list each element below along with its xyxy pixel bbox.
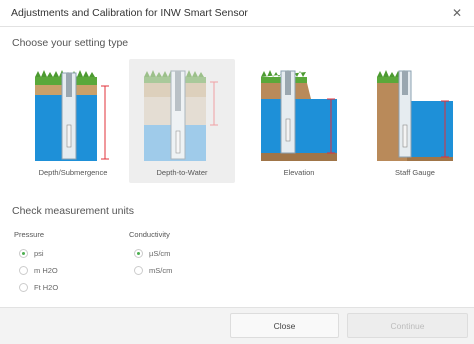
setting-card-staff-gauge[interactable]: Staff Gauge xyxy=(362,59,468,183)
elevation-illustration xyxy=(261,70,337,161)
dialog-title: Adjustments and Calibration for INW Smar… xyxy=(11,7,248,19)
radio-label: m H2O xyxy=(34,266,58,275)
radio-button-checked[interactable] xyxy=(19,249,28,258)
conductivity-label: Conductivity xyxy=(129,230,170,239)
setting-type-heading: Choose your setting type xyxy=(12,37,129,49)
radio-label: µS/cm xyxy=(149,249,171,258)
setting-card-label: Depth/Submergence xyxy=(38,168,108,177)
pressure-label: Pressure xyxy=(14,230,45,239)
setting-card-depth-submergence[interactable]: Depth/Submergence xyxy=(20,59,126,183)
staff-gauge-illustration xyxy=(377,70,453,161)
setting-card-label: Staff Gauge xyxy=(395,168,435,177)
close-icon[interactable]: ✕ xyxy=(452,6,462,20)
setting-card-depth-to-water[interactable]: Depth-to-Water xyxy=(129,59,235,183)
radio-label: psi xyxy=(34,249,44,258)
depth-submergence-illustration xyxy=(35,70,109,161)
depth-to-water-illustration xyxy=(144,70,218,161)
radio-label: Ft H2O xyxy=(34,283,59,292)
radio-button[interactable] xyxy=(134,266,143,275)
close-button[interactable]: Close xyxy=(230,313,339,338)
units-heading: Check measurement units xyxy=(12,205,134,217)
radio-label: mS/cm xyxy=(149,266,173,275)
continue-button[interactable]: Continue xyxy=(347,313,468,338)
radio-button[interactable] xyxy=(19,283,28,292)
setting-card-elevation[interactable]: Elevation xyxy=(246,59,352,183)
setting-card-label: Elevation xyxy=(283,168,315,177)
setting-card-label: Depth-to-Water xyxy=(156,168,208,177)
dialog-title-bar: Adjustments and Calibration for INW Smar… xyxy=(0,0,474,27)
radio-button-checked[interactable] xyxy=(134,249,143,258)
radio-button[interactable] xyxy=(19,266,28,275)
